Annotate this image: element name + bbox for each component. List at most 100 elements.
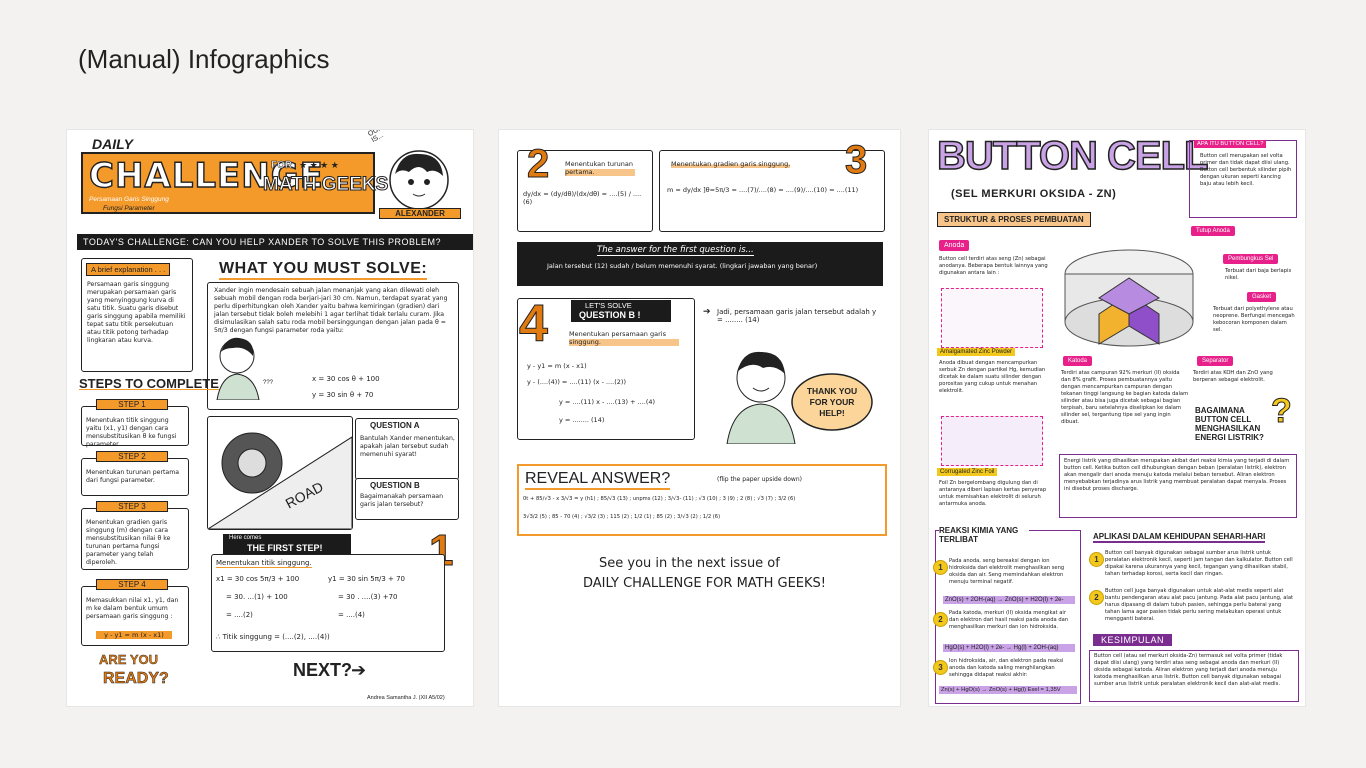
param-eq-y: y = 30 sin θ + 70 — [312, 391, 374, 399]
lets-solve-label: LET'S SOLVE — [585, 301, 632, 310]
apa-itu-box: APA ITU BUTTON CELL? Button cell merupak… — [1189, 140, 1297, 218]
subtitle-2: Fungsi Parameter — [103, 205, 155, 212]
x-line-2: = 30. ...(1) + 100 — [226, 593, 288, 601]
gradien-title: Menentukan gradien garis singgung. — [671, 160, 791, 168]
aplikasi-title: APLIKASI DALAM KEHIDUPAN SEHARI-HARI — [1093, 532, 1266, 543]
gasket-text: Terbuat dari polyethylene atau neoprene.… — [1213, 306, 1295, 333]
reaksi-3-equation: Zn(s) + HgO(s) → ZnO(s) + Hg(l) Esel = 1… — [939, 686, 1077, 694]
derivative-equation: dy/dx = (dy/dθ)/(dx/dθ) = ....(5) / ....… — [523, 190, 642, 206]
infographic-math-challenge: DAILY CHALLENGE FOR ★ ★ ★ ★ MATH GEEKS P… — [67, 130, 473, 706]
alexander-portrait — [389, 150, 449, 210]
persamaan-title: Menentukan persamaan garis singgung. — [569, 330, 679, 346]
step-1-box: STEP 1 Menentukan titik singgung yaitu (… — [81, 399, 189, 448]
eq-line-b: y - (....(4)) = ....(11) (x - ....(2)) — [527, 378, 626, 386]
pembungkus-text: Terbuat dari baja berlapis nikel. — [1225, 268, 1292, 281]
energi-box: Energi listrik yang dihasilkan merupakan… — [1059, 454, 1297, 518]
amalgamated-text: Anoda dibuat dengan mencampurkan serbuk … — [939, 360, 1046, 394]
reaksi-title: REAKSI KIMIA YANG TERLIBAT — [939, 526, 1029, 544]
step-2-text: Menentukan turunan pertama dari fungsi p… — [86, 469, 180, 484]
brief-explanation-box: A brief explanation . . . Persamaan gari… — [81, 258, 193, 372]
separator-tag: Separator — [1197, 356, 1234, 366]
question-mark-icon: ? — [1271, 392, 1293, 431]
xander-smiling-drawing — [726, 351, 796, 444]
question-a-text: Bantulah Xander menentukan, apakah jalan… — [360, 435, 455, 458]
pembungkus-tag: Pembungkus Sel — [1223, 254, 1279, 264]
step-4-formula: y - y1 = m (x - x1) — [96, 631, 172, 639]
kesimpulan-text: Button cell (atau sel merkuri oksida-Zn)… — [1094, 653, 1283, 687]
answer-title: The answer for the first question is... — [597, 245, 754, 256]
step-3-label: STEP 3 — [96, 501, 168, 512]
daily-label: DAILY — [92, 136, 133, 152]
katoda-tag: Katoda — [1063, 356, 1093, 366]
eq-line-a: y - y1 = m (x - x1) — [527, 362, 587, 370]
author-credit: Andrea Samantha J. (XII A5/02) — [367, 695, 445, 701]
reaksi-2-text: Pada katoda, merkuri (II) oksida mengika… — [949, 610, 1069, 630]
aplikasi-number-1: 1 — [1089, 552, 1104, 567]
for-label: FOR — [271, 160, 293, 172]
step-1-text: Menentukan titik singgung yaitu (x1, y1)… — [86, 417, 177, 448]
step-3-text: Menentukan gradien garis singgung (m) de… — [86, 519, 171, 566]
reaksi-3-text: Ion hidroksida, air, dan elektron pada r… — [949, 658, 1064, 678]
question-marks: ??? — [263, 380, 274, 386]
question-b-title: QUESTION B — [370, 481, 420, 490]
stars-decoration: ★ ★ ★ ★ — [299, 160, 339, 170]
first-step-box: Menentukan titik singgung. x1 = 30 cos 5… — [211, 554, 445, 652]
question-b-text: Bagaimanakah persamaan garis jalan terse… — [360, 493, 443, 508]
steps-title: STEPS TO COMPLETE — [79, 376, 219, 391]
button-cell-subtitle: (SEL MERKURI OKSIDA - ZN) — [951, 188, 1117, 200]
y-line-2: = 30 . ....(3) +70 — [338, 593, 398, 601]
step-2-label: STEP 2 — [96, 451, 168, 462]
reveal-note: (flip the paper upside down) — [717, 476, 802, 483]
arrow-right-icon: ➔ — [351, 660, 367, 680]
see-you-text: See you in the next issue of — [599, 556, 780, 571]
first-step-banner: Here comes THE FIRST STEP! — [223, 534, 351, 554]
arrow-right-icon: ➔ — [703, 306, 711, 316]
subtitle-1: Persamaan Garis Singgung — [89, 196, 169, 203]
first-step-label: THE FIRST STEP! — [247, 543, 323, 553]
step-4-label: STEP 4 — [96, 579, 168, 590]
anoda-tag: Anoda — [939, 240, 970, 251]
big-number-3: 3 — [844, 138, 868, 183]
step-3-box: STEP 3 Menentukan gradien garis singgung… — [81, 501, 189, 570]
aplikasi-2-text: Button cell juga banyak digunakan untuk … — [1105, 588, 1294, 622]
param-eq-x: x = 30 cos θ + 100 — [312, 375, 380, 383]
question-b-box: QUESTION B Bagaimanakah persamaan garis … — [355, 478, 459, 520]
reveal-line-2: 3√3/2 (5) ; 85 - 70 (4) ; √3/2 (3) ; 115… — [523, 514, 721, 520]
titik-title: Menentukan titik singgung. — [216, 559, 312, 568]
infographic-button-cell: BUTTON CELL (SEL MERKURI OKSIDA - ZN) AP… — [929, 130, 1305, 706]
big-number-4: 4 — [519, 295, 549, 354]
amalgamated-tag: Amalgamated Zinc Powder — [937, 348, 1016, 356]
question-a-box: QUESTION A Bantulah Xander menentukan, a… — [355, 418, 459, 480]
reaksi-1-equation: ZnO(s) + 2OH-(aq) → ZnO(s) + H2O(l) + 2e… — [943, 596, 1075, 604]
reaksi-number-3: 3 — [933, 660, 948, 675]
eq-line-c: y = ....(11) x - ....(13) + ....(4) — [559, 398, 656, 406]
page-title: (Manual) Infographics — [78, 44, 330, 74]
corrugated-text: Foil Zn bergelombang digulung dan di ant… — [939, 480, 1047, 507]
apa-itu-text: Button cell merupakan sel volta primer d… — [1200, 153, 1292, 187]
reveal-box: REVEAL ANSWER? (flip the paper upside do… — [517, 464, 887, 536]
anoda-diagram — [941, 288, 1043, 348]
aplikasi-1-text: Button cell banyak digunakan sebagai sum… — [1105, 550, 1293, 577]
here-comes-label: Here comes — [229, 535, 262, 541]
question-b-label: QUESTION B ! — [579, 310, 641, 320]
gradient-equation: m = dy/dx ]θ=5π/3 = ....(7)/....(8) = ..… — [667, 186, 859, 194]
what-you-must-solve-title: WHAT YOU MUST SOLVE: — [219, 260, 428, 280]
question-a-title: QUESTION A — [370, 421, 420, 430]
aplikasi-number-2: 2 — [1089, 590, 1104, 605]
road-illustration: ROAD — [207, 416, 353, 530]
kesimpulan-box: Button cell (atau sel merkuri oksida-Zn)… — [1089, 650, 1299, 702]
reaksi-2-equation: HgO(s) + H2O(l) + 2e- → Hg(l) + 2OH-(aq) — [943, 644, 1075, 652]
lets-solve-banner: LET'S SOLVE QUESTION B ! — [571, 300, 671, 322]
answer-text: Jalan tersebut (12) sudah / belum memenu… — [547, 262, 818, 270]
step-4-text: Memasukkan nilai x1, y1, dan m ke dalam … — [86, 597, 179, 620]
step-4-box: STEP 4 Memasukkan nilai x1, y1, dan m ke… — [81, 579, 189, 646]
xander-thinking-drawing — [216, 337, 260, 400]
gasket-tag: Gasket — [1247, 292, 1277, 302]
daily-math-text: DAILY CHALLENGE FOR MATH GEEKS! — [583, 576, 827, 591]
thank-you-text: THANK YOU FOR YOUR HELP! — [806, 386, 858, 418]
eq-line-d: y = ........ (14) — [559, 416, 605, 424]
infographic-math-challenge-2: 2 Menentukan turunan pertama. dy/dx = (d… — [499, 130, 900, 706]
turunan-title: Menentukan turunan pertama. — [565, 160, 635, 176]
energi-text: Energi listrik yang dihasilkan merupakan… — [1064, 458, 1290, 492]
anoda-text: Button cell terdiri atas seng (Zn) sebag… — [939, 256, 1048, 276]
